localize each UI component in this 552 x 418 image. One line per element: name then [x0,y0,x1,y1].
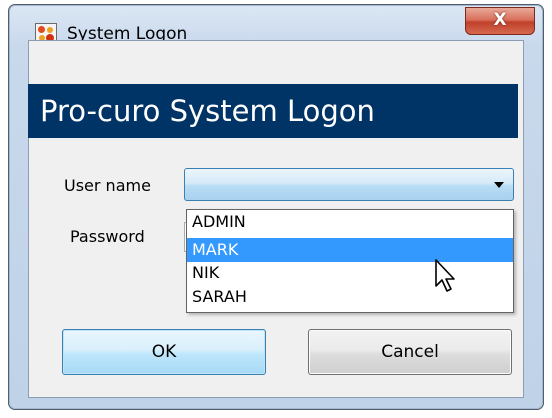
close-icon: X [493,10,507,30]
banner-title: Pro-curo System Logon [40,94,375,128]
dropdown-item-sarah[interactable]: SARAH [187,286,513,308]
username-dropdown-list: ADMIN MARK NIK SARAH [186,209,514,313]
close-button[interactable]: X [465,7,535,35]
cancel-button[interactable]: Cancel [308,329,512,375]
banner: Pro-curo System Logon [28,84,518,138]
dropdown-item-mark[interactable]: MARK [187,238,513,262]
username-label: User name [64,176,151,195]
chevron-down-icon[interactable] [494,182,504,188]
dropdown-item-admin[interactable]: ADMIN [187,211,513,233]
dropdown-item-nik[interactable]: NIK [187,262,513,284]
password-label: Password [70,227,145,246]
username-combobox[interactable] [184,168,514,201]
mouse-pointer-icon [435,259,455,292]
ok-button[interactable]: OK [62,329,266,375]
